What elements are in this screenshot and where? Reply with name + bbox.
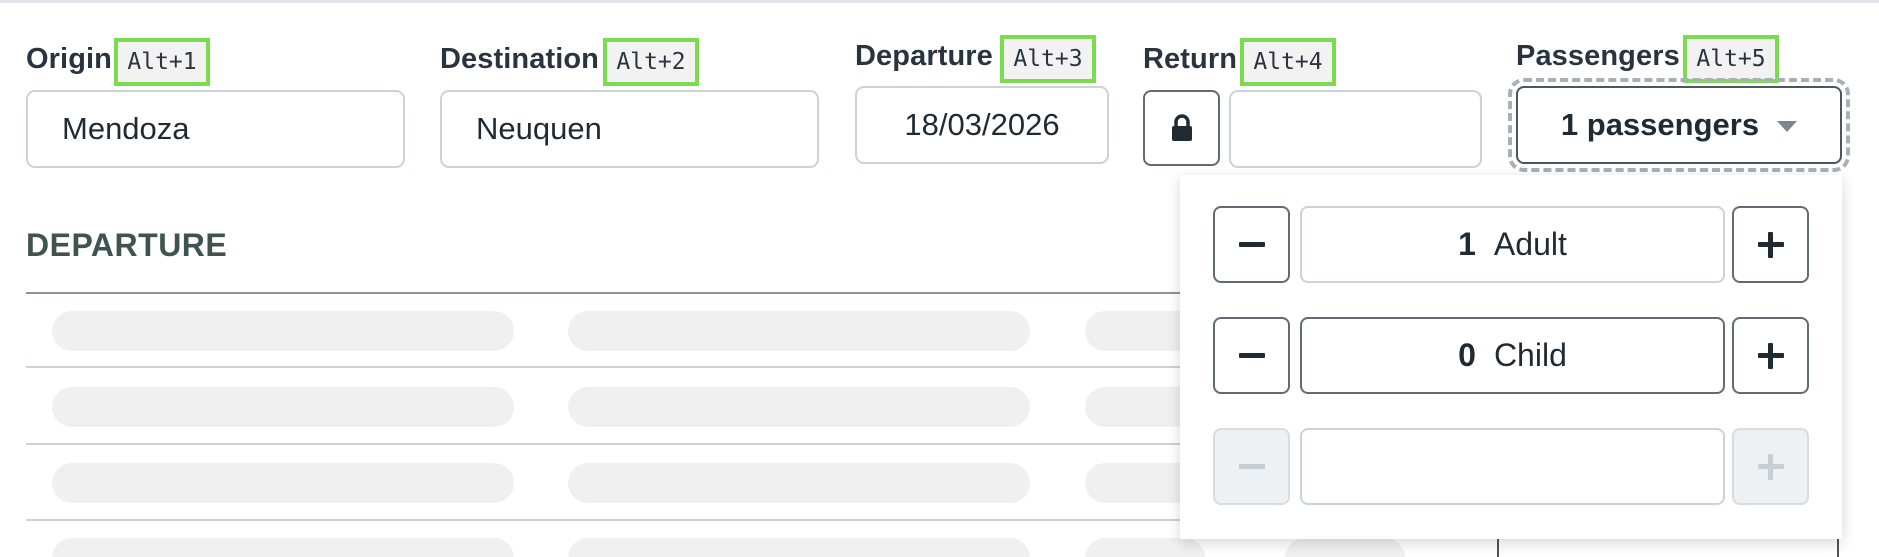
adult-increment-button[interactable] [1732, 206, 1809, 283]
departure-shortcut-hint: Alt+3 [1000, 35, 1096, 83]
loading-skeleton [52, 387, 514, 427]
adult-type-label: Adult [1493, 226, 1567, 262]
adult-count: 1 [1458, 226, 1476, 262]
origin-shortcut-hint: Alt+1 [114, 38, 210, 86]
departure-label: Departure [855, 40, 993, 72]
loading-skeleton [568, 387, 1030, 427]
plus-icon [1757, 342, 1784, 369]
loading-skeleton [1285, 538, 1405, 557]
caret-down-icon [1777, 120, 1798, 132]
destination-label: Destination [440, 43, 599, 75]
third-row-count-field [1300, 428, 1725, 505]
departure-section-title: DEPARTURE [26, 227, 228, 263]
child-count: 0 [1458, 337, 1476, 373]
return-label: Return [1143, 43, 1238, 75]
passengers-dropdown-panel: 1 Adult 0 Child [1180, 175, 1842, 539]
lock-icon [1171, 114, 1192, 141]
child-increment-button[interactable] [1732, 317, 1809, 394]
passengers-dropdown-button[interactable]: 1 passengers [1508, 78, 1850, 172]
destination-shortcut-hint: Alt+2 [603, 38, 699, 86]
origin-label: Origin [26, 43, 112, 75]
return-date-input[interactable] [1229, 90, 1482, 168]
passengers-label: Passengers [1516, 40, 1680, 72]
loading-skeleton [52, 538, 514, 557]
plus-icon [1757, 231, 1784, 258]
origin-input[interactable]: Mendoza [26, 90, 405, 168]
departure-date-input[interactable]: 18/03/2026 [855, 86, 1109, 164]
plus-icon [1757, 453, 1784, 480]
adult-decrement-button[interactable] [1213, 206, 1290, 283]
booking-search-page: Origin Alt+1 Mendoza Destination Alt+2 N… [0, 0, 1879, 557]
loading-skeleton [1085, 538, 1205, 557]
loading-skeleton [568, 311, 1030, 351]
minus-icon [1238, 242, 1265, 247]
adult-count-field: 1 Adult [1300, 206, 1725, 283]
child-decrement-button[interactable] [1213, 317, 1290, 394]
loading-skeleton [52, 311, 514, 351]
column-divider [1837, 538, 1839, 557]
child-count-field: 0 Child [1300, 317, 1725, 394]
return-lock-button[interactable] [1143, 90, 1220, 166]
third-row-increment-button[interactable] [1732, 428, 1809, 505]
minus-icon [1238, 464, 1265, 469]
minus-icon [1238, 353, 1265, 358]
loading-skeleton [568, 538, 1030, 557]
destination-input[interactable]: Neuquen [440, 90, 819, 168]
column-divider [1497, 538, 1499, 557]
loading-skeleton [52, 463, 514, 503]
passengers-shortcut-hint: Alt+5 [1683, 35, 1779, 83]
return-shortcut-hint: Alt+4 [1240, 38, 1336, 86]
third-row-decrement-button[interactable] [1213, 428, 1290, 505]
passengers-button-label: 1 passengers [1560, 107, 1760, 142]
child-type-label: Child [1493, 337, 1567, 373]
loading-skeleton [568, 463, 1030, 503]
